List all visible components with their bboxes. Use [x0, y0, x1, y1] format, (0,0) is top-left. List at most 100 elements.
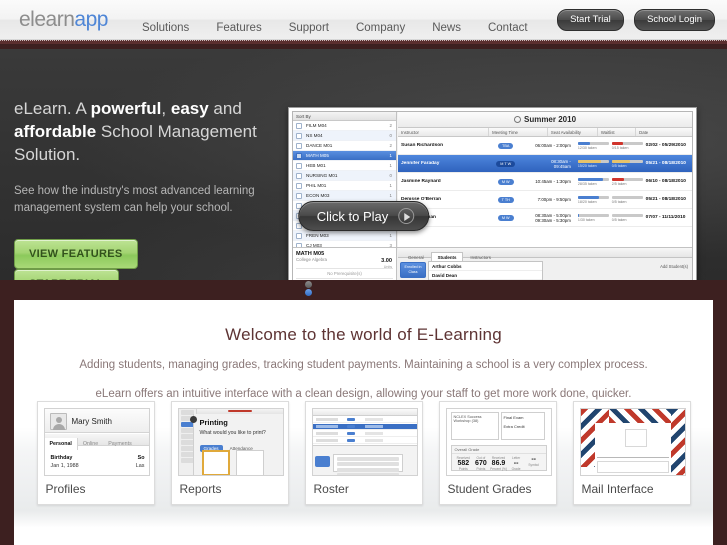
grades-item-final-exam: Final Exam	[503, 415, 524, 420]
seat-availability-bar	[577, 213, 609, 217]
profile-birthday-label: Birthday	[50, 455, 73, 461]
overall-grade-cell: Out of 670 Points	[472, 456, 490, 471]
welcome-title: Welcome to the world of E-Learning	[225, 325, 502, 344]
demo-table-row[interactable]: Jasmine Raynard M W 10:45am - 1:30pm 28/35 …	[398, 173, 692, 191]
feature-card-reports[interactable]: Printing What would you like to print? G…	[170, 401, 289, 505]
demo-course-item-count: 1	[389, 233, 392, 238]
print-page-selected	[201, 450, 230, 475]
profile-tab-personal: Personal	[44, 438, 78, 450]
view-features-button[interactable]: VIEW FEATURES	[14, 239, 138, 269]
start-trial-hero-button[interactable]: START TRIAL	[14, 269, 119, 280]
feature-card-roster[interactable]: Roster	[304, 401, 423, 505]
demo-course-item[interactable]: HEB M01 1	[293, 161, 396, 171]
demo-filter-enrolled[interactable]: Enrolled in Class	[400, 262, 426, 278]
mail-compose-box	[596, 461, 669, 473]
demo-table-row[interactable]: Kasey HoffmanM W08:30am - 5:00pm09:30am …	[398, 209, 692, 227]
profiles-thumbnail: Mary Smith Personal Online Payments Birthd…	[43, 408, 150, 476]
demo-course-item[interactable]: FREN M03 1	[293, 231, 396, 241]
nav-link-contact[interactable]: Contact	[488, 22, 528, 34]
checkbox-icon[interactable]	[296, 143, 302, 149]
demo-detail-tabs: General Students Instructors	[398, 248, 692, 264]
nav-link-news[interactable]: News	[432, 22, 461, 34]
feature-card-profiles[interactable]: Mary Smith Personal Online Payments Birthd…	[36, 401, 155, 505]
demo-course-item-code: DANCE M01	[306, 143, 333, 148]
feature-card-student-grades[interactable]: NCLEX Success Workshop (38) Final Exam E…	[438, 401, 557, 505]
checkbox-icon[interactable]	[296, 163, 302, 169]
col-header-waitlist[interactable]: Waitlist	[598, 128, 637, 136]
hero-headline-bold-affordable: affordable	[14, 122, 97, 141]
col-header-meeting-time[interactable]: Meeting Time	[489, 128, 548, 136]
carousel-dot-1[interactable]	[304, 281, 312, 288]
grade-cell-bottom-label: Grade	[511, 467, 521, 471]
nav-link-features[interactable]: Features	[216, 22, 261, 34]
carousel-dot-2[interactable]	[304, 289, 312, 296]
click-to-play-label: Click to Play	[316, 209, 389, 224]
print-preview-pages	[201, 450, 279, 475]
hero-headline: eLearn. A powerful, easy and affordable …	[14, 97, 264, 166]
site-logo[interactable]: elearnapp	[19, 8, 108, 32]
demo-course-item[interactable]: PHIL M01 1	[293, 181, 396, 191]
nav-link-company[interactable]: Company	[356, 22, 405, 34]
demo-course-item-code: FILM M04	[306, 123, 327, 128]
demo-course-item[interactable]: ECON M03 1	[293, 191, 396, 201]
grade-cell-value: --	[531, 456, 536, 463]
welcome-section: Welcome to the world of E-Learning Addin…	[14, 300, 713, 403]
nav-link-solutions[interactable]: Solutions	[142, 22, 189, 34]
feature-card-caption-profiles: Profiles	[45, 482, 86, 496]
demo-course-item[interactable]: NURSING M01 0	[293, 171, 396, 181]
checkbox-icon[interactable]	[296, 133, 302, 139]
click-to-play-button[interactable]: Click to Play	[297, 201, 430, 231]
demo-table-row[interactable]: Denisse O'Berran T TH 7:00pm - 9:50pm 18/20…	[398, 191, 692, 209]
checkbox-icon[interactable]	[296, 173, 302, 179]
carousel-indicators	[301, 281, 315, 297]
demo-students-panel: General Students Instructors Enrolled in C…	[398, 248, 692, 280]
demo-course-item[interactable]: MATH M05 1	[293, 151, 396, 161]
demo-student-item[interactable]: David Dean	[429, 271, 542, 280]
demo-course-item[interactable]: NS M04 0	[293, 131, 396, 141]
waitlist-bar	[611, 177, 643, 181]
grades-course-box: NCLEX Success Workshop (38)	[450, 412, 499, 440]
demo-course-item-code: NURSING M01	[306, 173, 338, 178]
checkbox-icon[interactable]	[296, 153, 302, 159]
roster-row-selected	[312, 424, 417, 430]
demo-course-item[interactable]: FILM M04 2	[293, 121, 396, 131]
roster-table-header	[312, 409, 417, 416]
close-icon	[189, 416, 197, 423]
demo-course-item[interactable]: DANCE M01 2	[293, 141, 396, 151]
demo-sort-by-label[interactable]: Sort By	[293, 112, 396, 121]
demo-row-date: 06/10 - 08/18/2010	[645, 179, 686, 184]
main-content: Welcome to the world of E-Learning Addin…	[14, 300, 713, 545]
demo-add-students-action[interactable]: Add Student(s)	[660, 264, 688, 269]
start-trial-button[interactable]: Start Trial	[557, 9, 624, 31]
overall-grade-cell: Received 86.9 Percent (%)	[490, 456, 508, 471]
demo-table-row[interactable]: Susan Richardson TBA 06:00am - 2:00pm 12/30…	[398, 137, 692, 155]
feature-cards: Mary Smith Personal Online Payments Birthd…	[14, 401, 713, 505]
col-header-seat-availability[interactable]: Seat Availability	[548, 128, 598, 136]
school-login-button[interactable]: School Login	[634, 9, 715, 31]
demo-course-item-count: 1	[389, 183, 392, 188]
demo-course-item-count: 0	[389, 133, 392, 138]
demo-row-waitlist: 0/15 taken	[611, 145, 629, 150]
demo-enrollment-filters: Enrolled in Class Waitlisted	[400, 262, 426, 280]
overall-grade-cell: Received 582 Points	[455, 456, 473, 471]
checkbox-icon[interactable]	[296, 233, 302, 239]
feature-card-mail-interface[interactable]: Mail Interface	[572, 401, 691, 505]
roster-row	[312, 431, 417, 437]
demo-table-row[interactable]: Jennifer Faraday M T W 08:30am - 09:45am 15…	[398, 155, 692, 173]
col-header-instructor[interactable]: Instructor	[398, 128, 490, 136]
hero-section: eLearn. A powerful, easy and affordable …	[0, 49, 727, 280]
demo-student-item[interactable]: Arthur Cobbs	[429, 262, 542, 271]
checkbox-icon[interactable]	[296, 193, 302, 199]
demo-row-time: 7:00pm - 9:50pm	[537, 197, 571, 202]
demo-student-list[interactable]: Arthur CobbsDavid DeanJessica E. Fischer…	[428, 261, 543, 280]
checkbox-icon[interactable]	[296, 183, 302, 189]
demo-screenshot-panel[interactable]: Sort By FILM M04 2 NS M04 0 DANCE M01 2 MATH M…	[288, 107, 697, 280]
demo-units-label: Units	[383, 265, 392, 269]
checkbox-icon[interactable]	[296, 123, 302, 129]
overall-grade-values: Received 582 Points Out of 670 Points Received…	[452, 454, 546, 473]
nav-link-support[interactable]: Support	[289, 22, 329, 34]
demo-term-title: Summer 2010	[398, 112, 692, 128]
col-header-date[interactable]: Date	[636, 128, 692, 136]
demo-course-item-count: 2	[389, 123, 392, 128]
demo-row-date: 05/21 - 08/18/2010	[645, 197, 686, 202]
